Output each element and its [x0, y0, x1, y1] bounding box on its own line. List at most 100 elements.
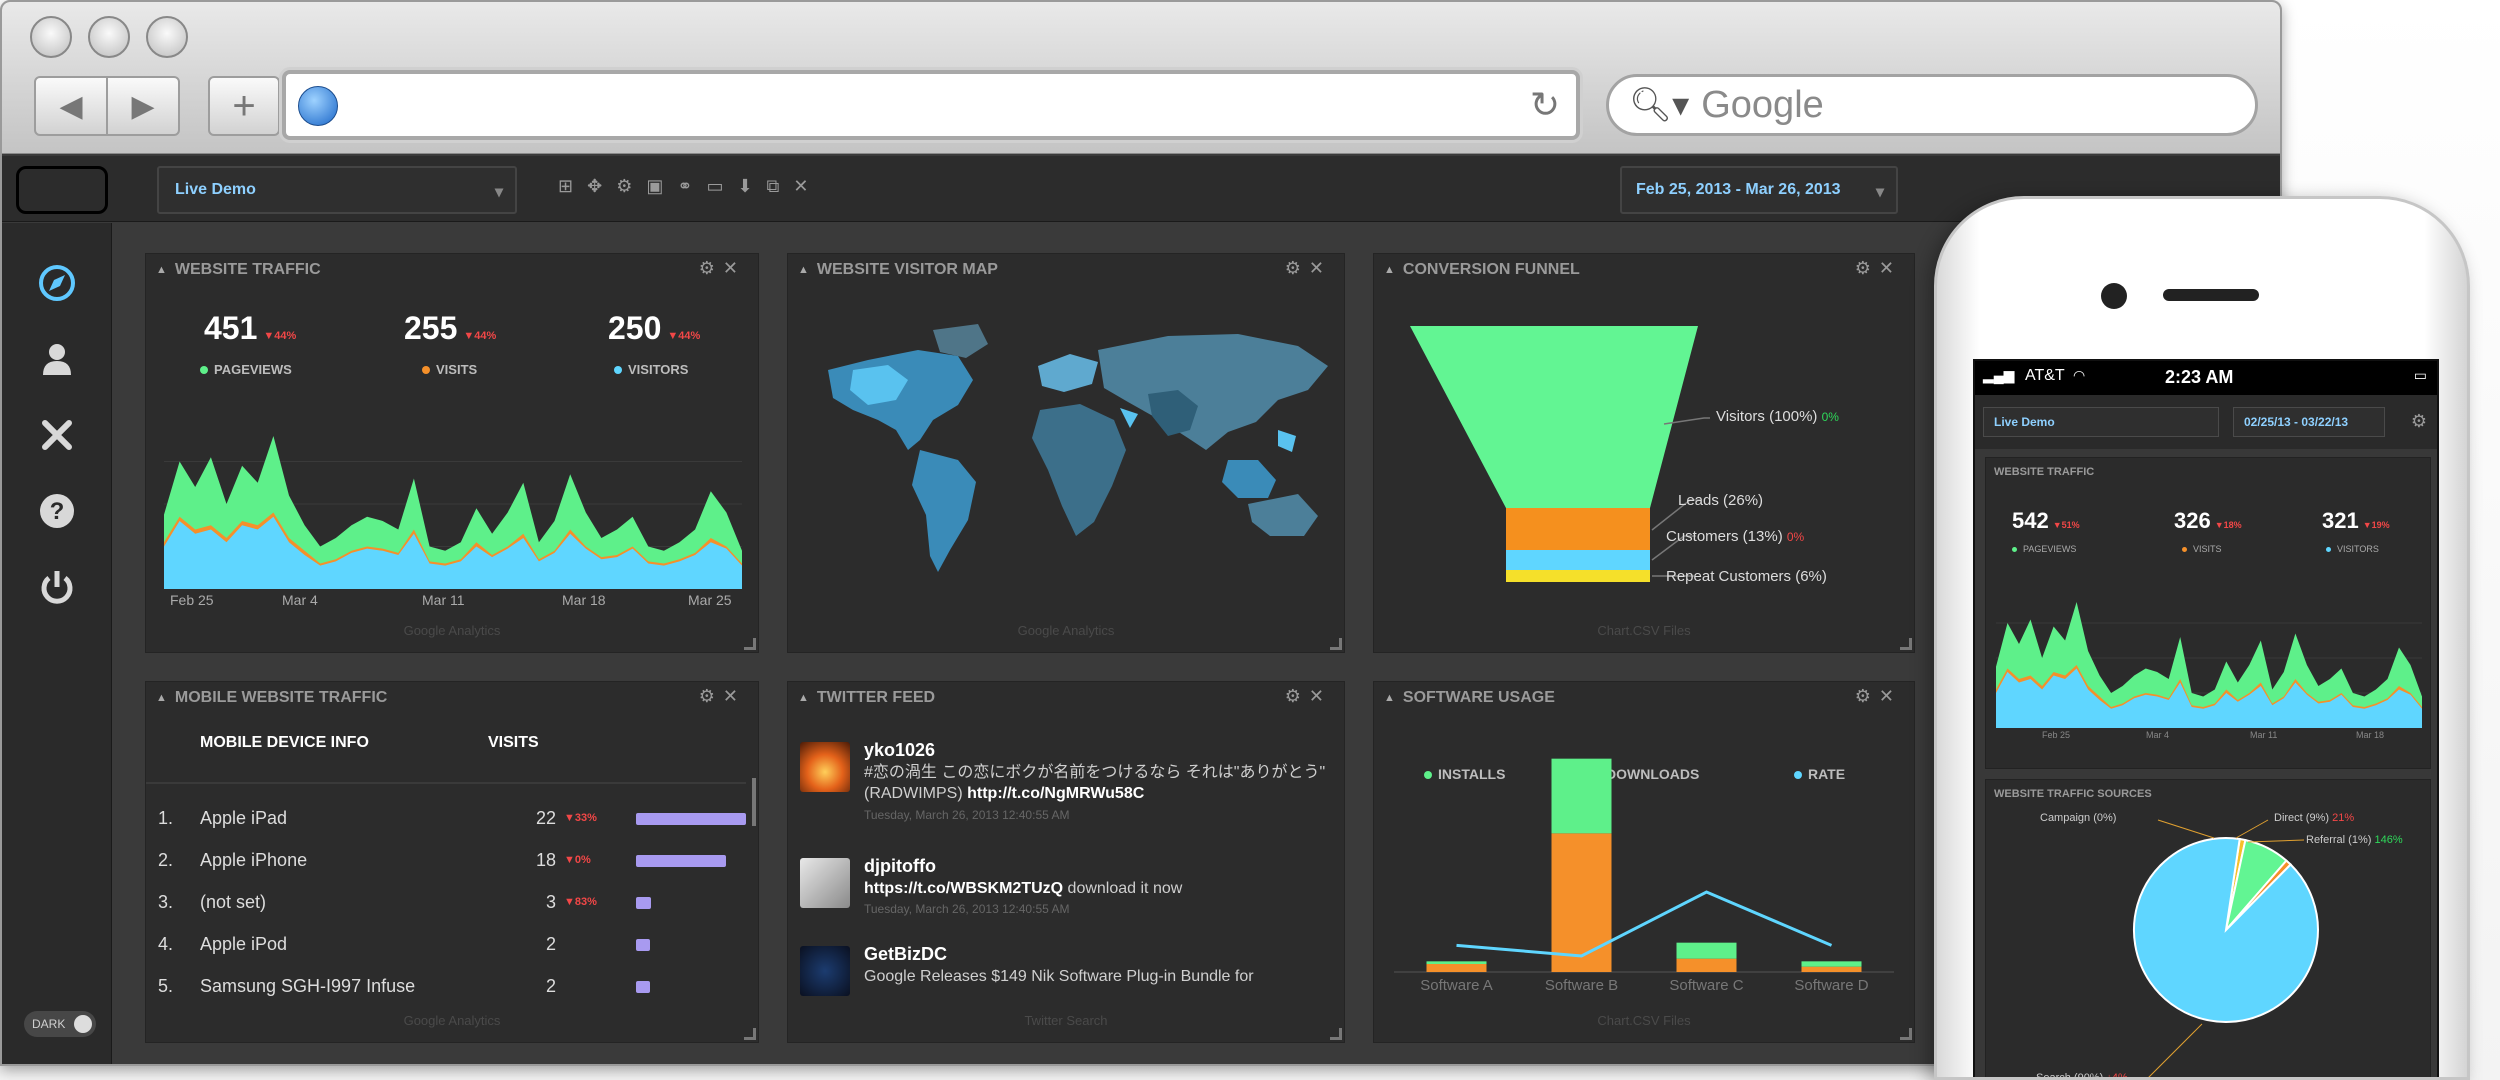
settings-icon[interactable]: ⚙ [2411, 411, 2427, 432]
funnel-label-text: Visitors (100%) [1716, 408, 1818, 425]
close-icon[interactable]: ✕ [723, 258, 746, 278]
window-minimize-button[interactable] [88, 16, 130, 58]
widget-title: WEBSITE TRAFFIC [174, 261, 321, 278]
power-icon[interactable] [35, 565, 79, 609]
collapse-icon[interactable]: ▲ [156, 692, 167, 704]
reload-icon[interactable]: ↻ [1530, 84, 1560, 126]
tweet-link[interactable]: http://t.co/NgMRWu58C [967, 785, 1144, 802]
plus-icon: + [232, 83, 256, 128]
window-zoom-button[interactable] [146, 16, 188, 58]
bar-installs [1426, 961, 1487, 964]
widget-footer: Google Analytics [1017, 623, 1115, 638]
tweet-text: Google Releases $149 Nik Software Plug-i… [864, 968, 1254, 985]
tweet[interactable]: yko1026 #恋の渦生 この恋にボクが名前をつけるなら それは"ありがとう"… [800, 740, 1340, 852]
account-select[interactable]: Live Demo ▾ [157, 166, 517, 214]
row-device: Apple iPhone [200, 850, 308, 870]
resize-handle[interactable] [1330, 1028, 1342, 1040]
dark-toggle-label: DARK [32, 1017, 66, 1031]
settings-icon[interactable]: ⚙ [1285, 258, 1309, 278]
widget-title: TWITTER FEED [816, 689, 936, 706]
back-button[interactable]: ◀ [34, 76, 108, 136]
settings-icon[interactable]: ⚙ [699, 258, 723, 278]
dark-mode-toggle[interactable]: DARK [24, 1011, 96, 1037]
resize-handle[interactable] [744, 638, 756, 650]
move-icon[interactable]: ✥ [587, 176, 602, 197]
new-tab-button[interactable]: + [208, 76, 280, 136]
row-device: Apple iPad [200, 808, 288, 828]
bar-downloads [1676, 958, 1737, 972]
tweet-user: yko1026 [864, 740, 936, 760]
image-icon[interactable]: ▣ [646, 176, 663, 197]
help-icon[interactable]: ? [35, 489, 79, 533]
back-arrow-icon: ◀ [59, 89, 83, 123]
logo[interactable] [16, 166, 108, 214]
legend-visits: VISITS [2182, 544, 2222, 554]
resize-handle[interactable] [1900, 638, 1912, 650]
resize-handle[interactable] [1330, 638, 1342, 650]
widget-title: MOBILE WEBSITE TRAFFIC [174, 689, 388, 706]
address-bar[interactable]: ↻ [282, 70, 1580, 140]
bar-downloads [1801, 966, 1862, 972]
monitor-icon[interactable]: ▭ [706, 176, 723, 197]
tools-icon[interactable] [35, 413, 79, 457]
collapse-icon[interactable]: ▲ [156, 264, 167, 276]
settings-icon[interactable]: ⚙ [616, 176, 632, 197]
compass-icon[interactable] [35, 261, 79, 305]
widget-header[interactable]: ▲ WEBSITE TRAFFIC [146, 254, 758, 286]
row-rank: 1. [158, 808, 174, 828]
legend-label: VISITS [2193, 544, 2222, 554]
phone-account-select[interactable]: Live Demo [1983, 407, 2219, 437]
phone-date-select[interactable]: 02/25/13 - 03/22/13 [2233, 407, 2385, 437]
window-close-button[interactable] [30, 16, 72, 58]
row-rank: 2. [158, 850, 174, 870]
bar-installs [1551, 758, 1612, 834]
x-tick-label: Mar 11 [422, 592, 465, 608]
widget-footer: Google Analytics [403, 623, 501, 638]
close-icon[interactable]: ✕ [1309, 258, 1332, 278]
resize-handle[interactable] [744, 1028, 756, 1040]
grid-icon[interactable]: ⊞ [558, 176, 573, 197]
widget-header[interactable]: ▲ MOBILE WEBSITE TRAFFIC [146, 682, 758, 714]
row-visits: 3 [545, 892, 556, 912]
copy-icon[interactable]: ⧉ [767, 176, 780, 197]
settings-icon[interactable]: ⚙ [699, 686, 723, 706]
widget-controls: ⚙✕ [1285, 686, 1332, 707]
table-row[interactable]: 3. (not set) 3 ▼83% [146, 882, 758, 922]
pie-label-search: Search (90%) ↓4% [2036, 1072, 2128, 1077]
table-row[interactable]: 2. Apple iPhone 18 ▼0% [146, 840, 758, 880]
scrollbar[interactable] [752, 778, 756, 826]
row-device: (not set) [200, 892, 267, 912]
table-row[interactable]: 4. Apple iPod 2 [146, 924, 758, 964]
tweet[interactable]: GetBizDC Google Releases $149 Nik Softwa… [800, 944, 1340, 1056]
widget-controls: ⚙✕ [699, 686, 746, 707]
funnel-label-text: Customers (13%) [1666, 528, 1783, 545]
legend-label: VISITORS [2337, 544, 2379, 554]
close-icon[interactable]: ✕ [723, 686, 746, 706]
sources-pie-chart [2132, 819, 2319, 1077]
tweet-link[interactable]: https://t.co/WBSKM2TUzQ [864, 880, 1063, 897]
tweet-text: https://t.co/WBSKM2TUzQ download it now [864, 878, 1334, 899]
legend-dot [422, 366, 430, 374]
collapse-icon[interactable]: ▲ [798, 264, 809, 276]
table-row[interactable]: 1. Apple iPad 22 ▼33% [146, 798, 758, 838]
widget-header[interactable]: ▲ TWITTER FEED [788, 682, 1344, 714]
toolbar-icons: ⊞ ✥ ⚙ ▣ ⚭ ▭ ⬇ ⧉ ✕ [558, 176, 809, 197]
funnel-chart [1410, 326, 1710, 582]
date-range-select[interactable]: Feb 25, 2013 - Mar 26, 2013 ▾ [1620, 166, 1898, 214]
resize-handle[interactable] [1900, 1028, 1912, 1040]
funnel-label-leads: Leads (26%) [1678, 492, 1763, 509]
x-tick-label: Feb 25 [2042, 730, 2071, 740]
user-icon[interactable] [35, 337, 79, 381]
link-icon[interactable]: ⚭ [677, 176, 692, 197]
widget-header[interactable]: ▲ WEBSITE VISITOR MAP [788, 254, 1344, 286]
close-icon[interactable]: ✕ [1309, 686, 1332, 706]
screenshot-root: ◀ ▶ + ↻ 🔍︎▾ Google Live Demo ▾ ⊞ ✥ ⚙ ▣ ⚭… [0, 0, 2500, 1080]
close-icon[interactable]: ✕ [793, 176, 808, 197]
collapse-icon[interactable]: ▲ [798, 692, 809, 704]
download-icon[interactable]: ⬇ [737, 176, 752, 197]
forward-button[interactable]: ▶ [106, 76, 180, 136]
settings-icon[interactable]: ⚙ [1285, 686, 1309, 706]
row-change: ▼83% [564, 896, 597, 908]
table-row[interactable]: 5. Samsung SGH-I997 Infuse 2 [146, 966, 758, 1006]
search-field[interactable]: 🔍︎▾ Google [1606, 74, 2258, 136]
